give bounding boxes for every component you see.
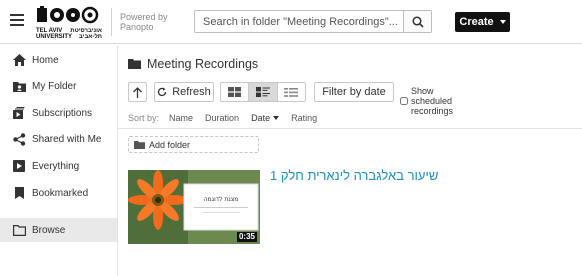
view-mode-group bbox=[220, 82, 306, 102]
sidebar-item-bookmarked[interactable]: Bookmarked bbox=[0, 181, 117, 205]
browse-folder-icon bbox=[12, 223, 26, 237]
sidebar-item-everything[interactable]: Everything bbox=[0, 154, 117, 178]
sort-duration[interactable]: Duration bbox=[205, 113, 239, 123]
show-scheduled-label: Show scheduled recordings bbox=[411, 86, 454, 116]
search-input[interactable] bbox=[195, 11, 403, 32]
sidebar-item-home[interactable]: Home bbox=[0, 48, 117, 72]
sort-by-label: Sort by: bbox=[128, 113, 160, 123]
folder-title-text: Meeting Recordings bbox=[147, 57, 259, 71]
folder-title: Meeting Recordings bbox=[128, 57, 258, 71]
refresh-label: Refresh bbox=[172, 86, 211, 98]
sort-date[interactable]: Date bbox=[251, 113, 280, 123]
add-folder-label: Add folder bbox=[149, 139, 191, 150]
my-folder-icon bbox=[12, 79, 26, 93]
view-list-button[interactable] bbox=[278, 83, 305, 101]
bookmark-icon bbox=[12, 186, 26, 200]
folder-icon bbox=[128, 59, 141, 69]
main-content: Meeting Recordings Refresh Filter by dat… bbox=[118, 45, 582, 276]
top-header: TEL AVIV אוניברסיטת UNIVERSITY תל-אביב Pow… bbox=[0, 0, 582, 44]
sidebar-item-label: Everything bbox=[32, 160, 80, 172]
list-view-icon bbox=[284, 87, 299, 97]
filter-label: Filter by date bbox=[322, 86, 386, 98]
show-scheduled-checkbox[interactable] bbox=[400, 97, 408, 105]
logo-wordmark: TEL AVIV אוניברסיטת UNIVERSITY תל-אביב bbox=[36, 28, 102, 40]
duration-badge: 0:35 bbox=[236, 232, 257, 242]
detail-view-icon bbox=[255, 87, 270, 97]
view-details-button[interactable] bbox=[249, 83, 278, 101]
powered-by-panopto: Powered by Panopto bbox=[120, 12, 168, 32]
search-box bbox=[194, 10, 432, 33]
divider bbox=[118, 128, 582, 129]
search-button[interactable] bbox=[403, 11, 431, 32]
sort-name[interactable]: Name bbox=[169, 113, 193, 123]
create-button[interactable]: Create bbox=[455, 12, 510, 32]
sidebar-item-label: Browse bbox=[32, 224, 66, 236]
sidebar: Home My Folder Subscriptions Shared with… bbox=[0, 45, 118, 276]
home-icon bbox=[12, 53, 26, 67]
sort-date-label: Date bbox=[251, 113, 271, 123]
slide-title-text: מצגת לדוגמה bbox=[204, 196, 239, 203]
sort-rating[interactable]: Rating bbox=[291, 113, 317, 123]
header-divider bbox=[111, 8, 112, 36]
session-thumbnail[interactable]: מצגת לדוגמה 0:35 bbox=[128, 170, 260, 244]
caret-down-icon bbox=[499, 20, 506, 24]
refresh-button[interactable]: Refresh bbox=[154, 82, 214, 102]
grid-view-icon bbox=[228, 87, 242, 97]
session-title-link[interactable]: שיעור באלגברה לינארית חלק 1 bbox=[270, 168, 438, 183]
sidebar-item-my-folder[interactable]: My Folder bbox=[0, 74, 117, 98]
up-button[interactable] bbox=[128, 82, 147, 102]
everything-icon bbox=[12, 159, 26, 173]
sidebar-item-label: Subscriptions bbox=[32, 107, 93, 119]
arrow-up-icon bbox=[133, 86, 142, 98]
sidebar-item-label: Bookmarked bbox=[32, 187, 89, 199]
sidebar-item-shared[interactable]: Shared with Me bbox=[0, 127, 117, 151]
subscriptions-icon bbox=[12, 106, 26, 120]
sidebar-item-subscriptions[interactable]: Subscriptions bbox=[0, 101, 117, 125]
filter-by-date-button[interactable]: Filter by date bbox=[314, 82, 394, 102]
sidebar-item-label: My Folder bbox=[32, 80, 77, 92]
search-icon bbox=[411, 15, 424, 28]
sidebar-item-label: Shared with Me bbox=[32, 133, 102, 145]
view-tiles-button[interactable] bbox=[221, 83, 250, 101]
show-scheduled-toggle[interactable]: Show scheduled recordings bbox=[400, 86, 453, 116]
sidebar-item-browse[interactable]: Browse bbox=[0, 218, 117, 242]
sort-bar: Sort by: Name Duration Date Rating bbox=[128, 112, 329, 124]
share-icon bbox=[12, 132, 26, 146]
create-label: Create bbox=[459, 16, 494, 28]
refresh-icon bbox=[158, 87, 167, 97]
sort-desc-icon bbox=[273, 116, 280, 120]
add-folder-icon bbox=[134, 140, 145, 149]
add-folder-button[interactable]: Add folder bbox=[128, 136, 259, 153]
sidebar-item-label: Home bbox=[32, 54, 59, 66]
menu-icon[interactable] bbox=[10, 14, 24, 26]
